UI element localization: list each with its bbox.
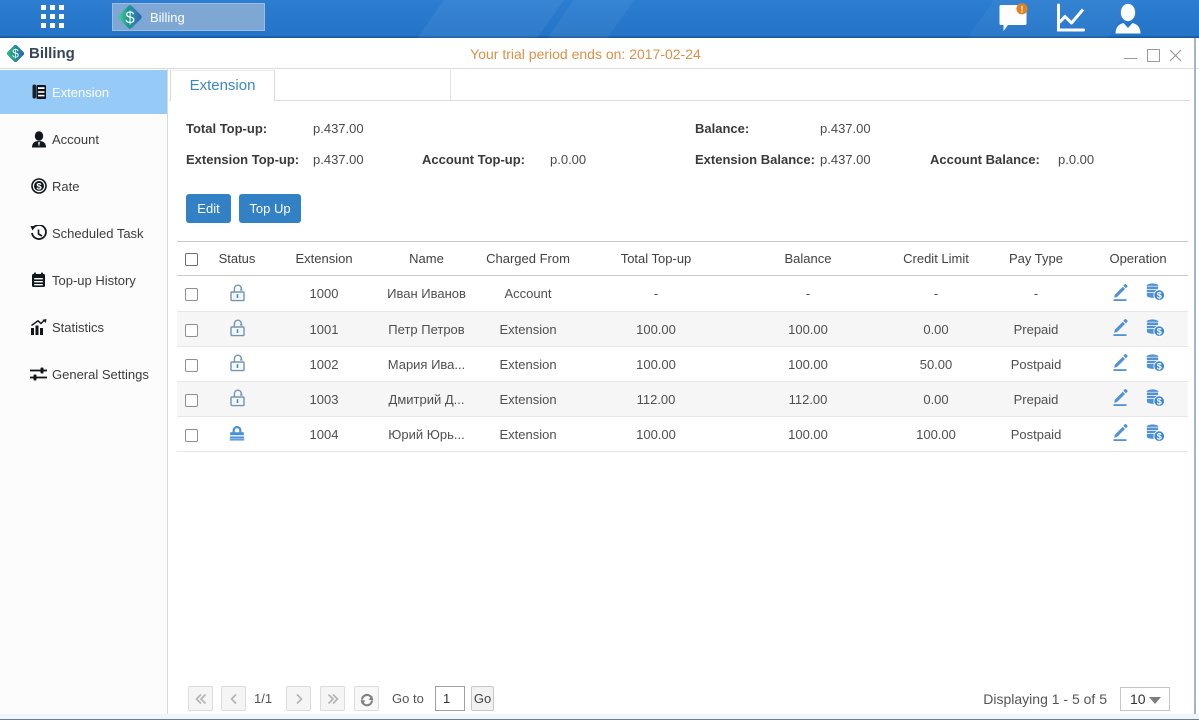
svg-text:$: $	[1157, 361, 1162, 371]
svg-text:$: $	[1157, 396, 1162, 406]
svg-text:$: $	[1157, 291, 1162, 301]
svg-text:$: $	[1157, 326, 1162, 336]
svg-text:$: $	[1157, 431, 1162, 441]
svg-text:$: $	[125, 8, 135, 27]
svg-text:$: $	[36, 181, 42, 192]
svg-text:!: !	[1021, 4, 1024, 14]
